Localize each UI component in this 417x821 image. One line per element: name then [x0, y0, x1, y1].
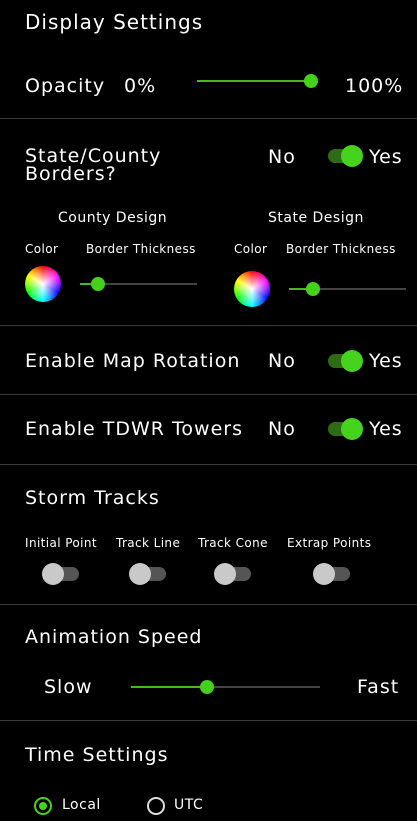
tdwr-yes-label: Yes — [369, 418, 403, 440]
map-rotation-toggle-thumb[interactable] — [341, 350, 363, 372]
divider — [0, 464, 417, 465]
animation-fast-label: Fast — [357, 676, 400, 698]
state-design-label: State Design — [268, 210, 364, 226]
time-settings-title: Time Settings — [25, 744, 169, 766]
animation-speed-thumb[interactable] — [200, 680, 214, 694]
opacity-slider-fill — [197, 80, 312, 82]
county-thickness-thumb[interactable] — [91, 277, 105, 291]
state-thickness-label: Border Thickness — [286, 242, 396, 256]
opacity-max-label: 100% — [345, 75, 404, 97]
divider — [0, 720, 417, 721]
map-rotation-yes-label: Yes — [369, 350, 403, 372]
display-settings-title: Display Settings — [25, 10, 204, 34]
divider — [0, 325, 417, 326]
borders-yes-label: Yes — [369, 146, 403, 168]
opacity-min-label: 0% — [124, 75, 157, 97]
animation-speed-fill — [131, 686, 207, 688]
opacity-slider-thumb[interactable] — [304, 74, 318, 88]
tdwr-towers-label: Enable TDWR Towers — [25, 418, 243, 440]
tdwr-toggle-thumb[interactable] — [341, 418, 363, 440]
opacity-label: Opacity — [25, 75, 106, 97]
divider — [0, 604, 417, 605]
utc-radio-button[interactable] — [147, 797, 165, 815]
tdwr-no-label: No — [268, 418, 296, 440]
utc-radio-label[interactable]: UTC — [174, 797, 203, 813]
extrap-points-toggle-thumb[interactable] — [313, 563, 335, 585]
storm-option-label: Track Cone — [198, 536, 268, 550]
state-color-label: Color — [234, 242, 268, 256]
map-rotation-label: Enable Map Rotation — [25, 350, 241, 372]
initial-point-toggle-thumb[interactable] — [42, 563, 64, 585]
local-radio-label[interactable]: Local — [62, 797, 101, 813]
map-rotation-no-label: No — [268, 350, 296, 372]
storm-option-label: Track Line — [116, 536, 181, 550]
animation-slow-label: Slow — [44, 676, 93, 698]
county-design-label: County Design — [58, 210, 168, 226]
animation-speed-title: Animation Speed — [25, 626, 203, 648]
state-thickness-thumb[interactable] — [306, 282, 320, 296]
local-radio-button[interactable] — [34, 797, 52, 815]
borders-title: State/County Borders? — [25, 147, 161, 185]
divider — [0, 394, 417, 395]
track-cone-toggle-thumb[interactable] — [214, 563, 236, 585]
county-color-label: Color — [25, 242, 59, 256]
divider — [0, 118, 417, 119]
track-line-toggle-thumb[interactable] — [129, 563, 151, 585]
borders-toggle-thumb[interactable] — [341, 145, 363, 167]
borders-title-line2: Borders? — [25, 163, 117, 185]
borders-no-label: No — [268, 146, 296, 168]
county-color-wheel-icon[interactable] — [25, 266, 61, 302]
storm-option-label: Initial Point — [25, 536, 98, 550]
storm-option-label: Extrap Points — [287, 536, 372, 550]
state-color-wheel-icon[interactable] — [234, 271, 270, 307]
county-thickness-label: Border Thickness — [86, 242, 196, 256]
storm-tracks-title: Storm Tracks — [25, 487, 160, 509]
